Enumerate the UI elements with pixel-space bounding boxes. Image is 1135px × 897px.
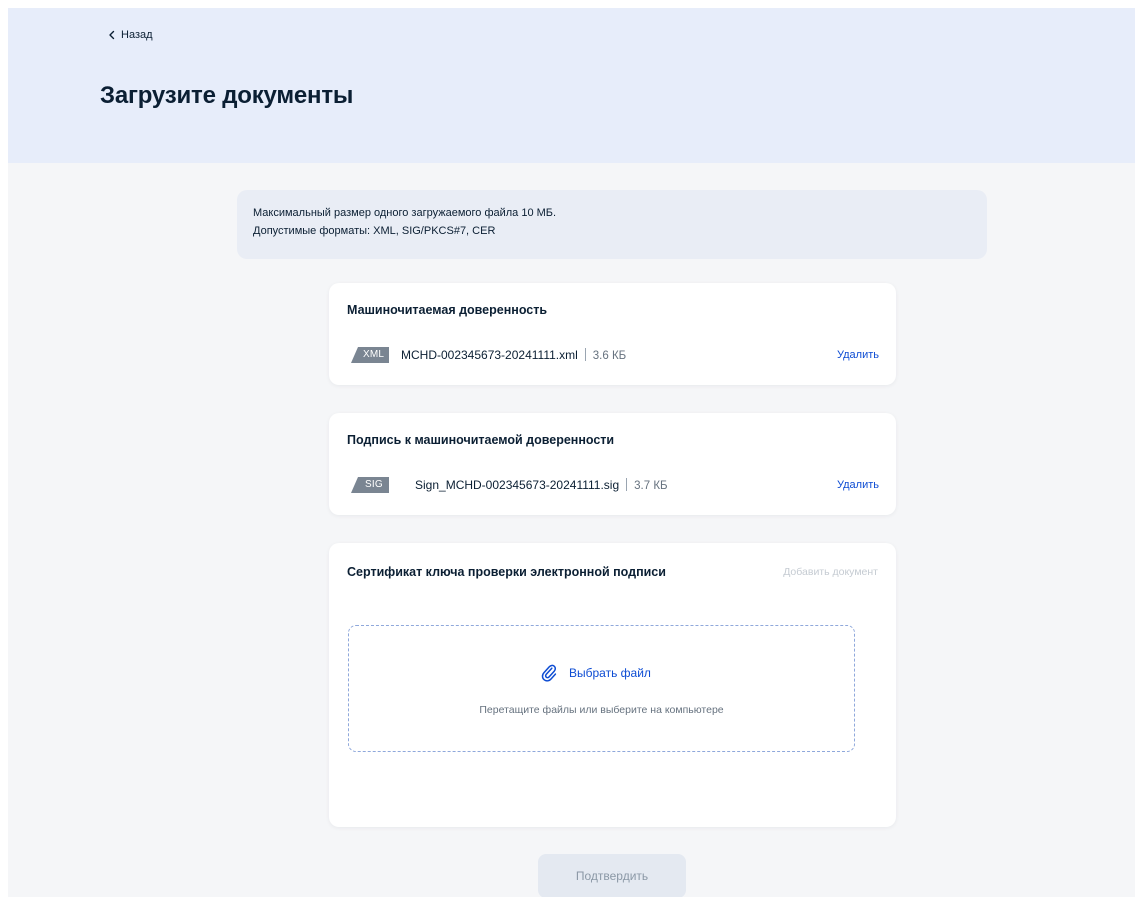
page-header: Назад Загрузите документы <box>8 8 1135 163</box>
card-title: Подпись к машиночитаемой доверенности <box>347 433 615 447</box>
info-banner: Максимальный размер одного загружаемого … <box>237 190 987 259</box>
page-title: Загрузите документы <box>100 82 354 109</box>
file-info: Sign_MCHD-002345673-20241111.sig 3.7 КБ <box>415 478 668 492</box>
page-frame: Назад Загрузите документы Максимальный р… <box>8 8 1135 897</box>
card-title: Машиночитаемая доверенность <box>347 303 548 317</box>
file-size: 3.6 КБ <box>592 350 627 362</box>
uploaded-file-row: XML MCHD-002345673-20241111.xml 3.6 КБ Уд… <box>351 346 879 364</box>
document-card-certificate: Сертификат ключа проверки электронной по… <box>329 543 896 827</box>
file-dropzone[interactable]: Выбрать файл Перетащите файлы или выбери… <box>348 625 855 752</box>
divider <box>584 348 586 361</box>
document-card-power-of-attorney: Машиночитаемая доверенность XML MCHD-002… <box>329 283 896 385</box>
back-link-label: Назад <box>121 29 153 41</box>
delete-file-button[interactable]: Удалить <box>837 349 879 361</box>
chevron-left-icon <box>109 30 115 40</box>
file-name: Sign_MCHD-002345673-20241111.sig <box>415 478 620 492</box>
choose-file-button[interactable]: Выбрать файл <box>541 664 651 682</box>
paperclip-icon <box>541 664 557 682</box>
confirm-button[interactable]: Подтвердить <box>538 854 686 897</box>
card-title: Сертификат ключа проверки электронной по… <box>347 565 666 579</box>
sig-file-icon: SIG <box>351 477 389 493</box>
uploaded-file-row: SIG Sign_MCHD-002345673-20241111.sig 3.7 … <box>351 476 879 494</box>
dropzone-hint: Перетащите файлы или выберите на компьют… <box>479 704 724 716</box>
add-document-button[interactable]: Добавить документ <box>783 566 878 578</box>
allowed-formats-note: Допустимые форматы: XML, SIG/PKCS#7, CER <box>253 225 496 237</box>
file-size: 3.7 КБ <box>634 480 668 492</box>
file-info: MCHD-002345673-20241111.xml 3.6 КБ <box>401 348 626 362</box>
max-size-note: Максимальный размер одного загружаемого … <box>253 207 557 219</box>
divider <box>626 478 628 491</box>
delete-file-button[interactable]: Удалить <box>837 479 879 491</box>
xml-file-icon: XML <box>351 347 389 363</box>
document-card-signature: Подпись к машиночитаемой доверенности SI… <box>329 413 896 515</box>
file-name: MCHD-002345673-20241111.xml <box>401 348 578 362</box>
back-link[interactable]: Назад <box>108 29 153 41</box>
choose-file-label: Выбрать файл <box>569 666 651 680</box>
